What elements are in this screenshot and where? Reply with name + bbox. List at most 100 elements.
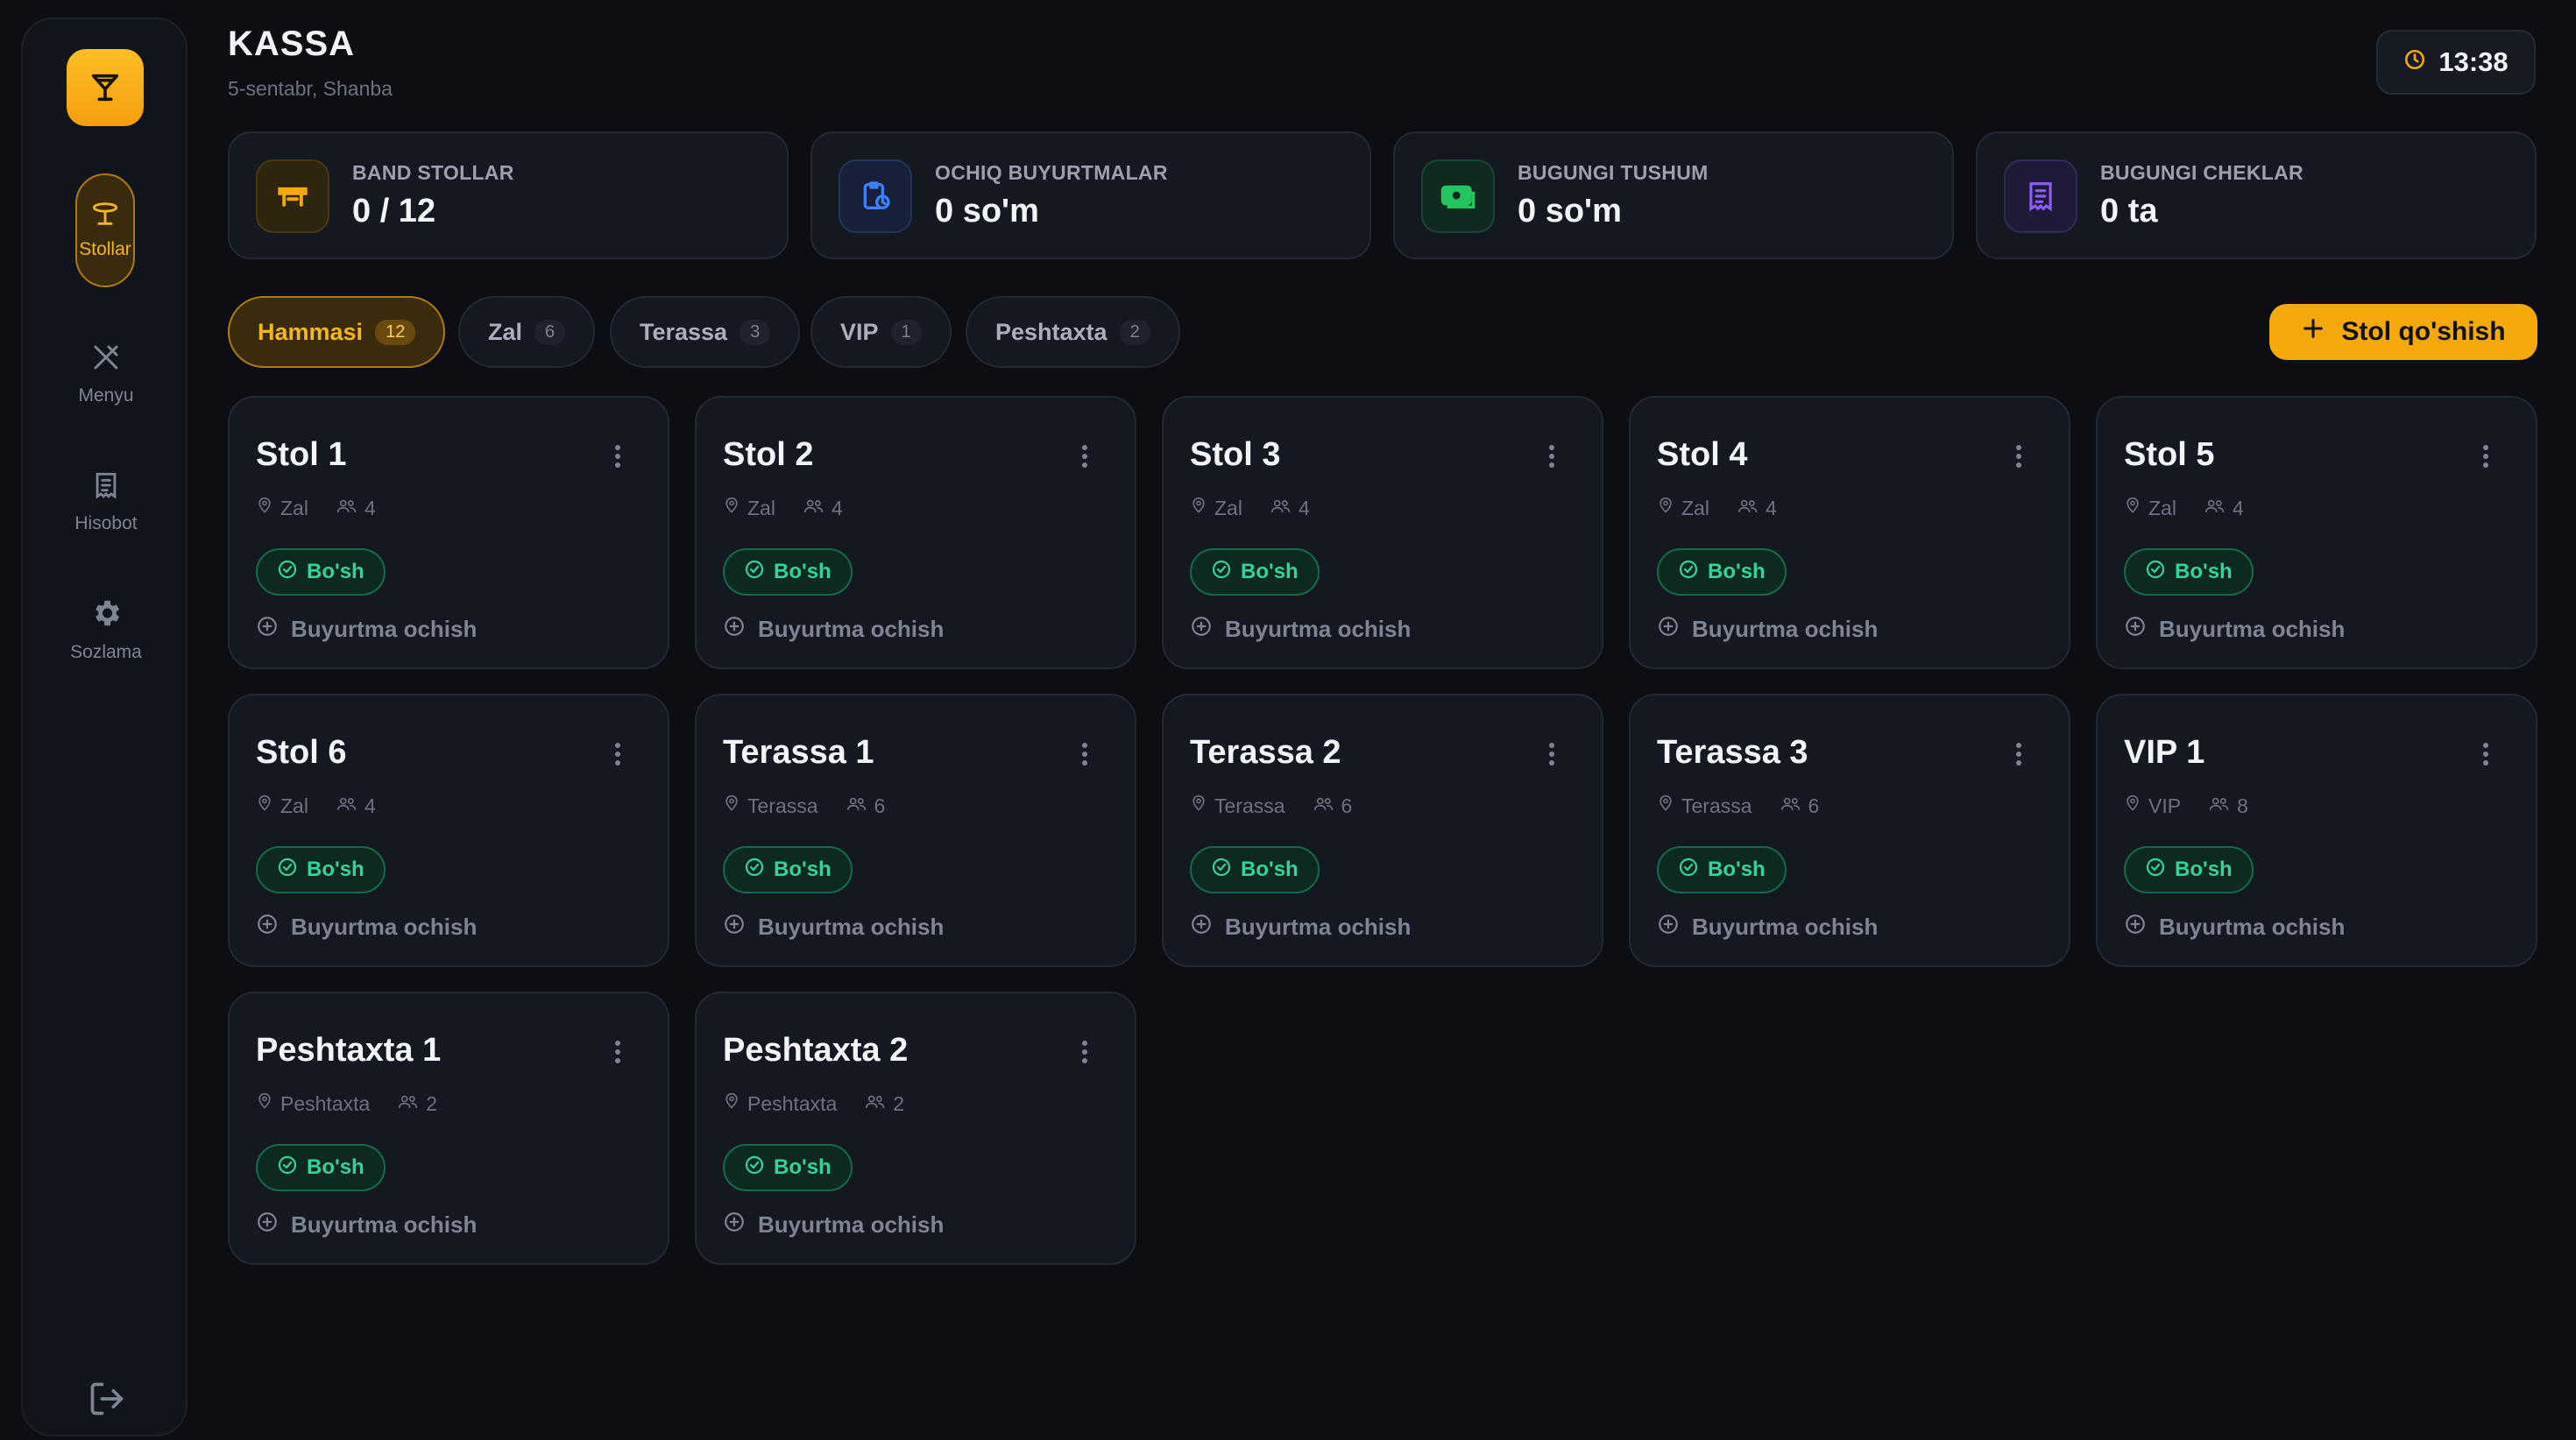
open-order-button[interactable]: Buyurtma ochish <box>1657 615 1878 644</box>
open-order-button[interactable]: Buyurtma ochish <box>723 1211 944 1239</box>
filter-tab-vip[interactable]: VIP 1 <box>810 296 952 368</box>
table-seats: 6 <box>874 794 886 817</box>
more-vertical-icon[interactable] <box>2014 443 2023 469</box>
check-circle-icon <box>2145 559 2166 586</box>
sidebar-item-hisobot[interactable]: Hisobot <box>40 445 172 559</box>
status-label: Bo'sh <box>1708 858 1766 881</box>
table-meta: Zal 4 <box>1190 496 1310 520</box>
status-label: Bo'sh <box>1241 560 1299 583</box>
table-zone: VIP <box>2148 794 2182 817</box>
plus-circle-icon <box>1657 615 1680 644</box>
filter-tab-terassa[interactable]: Terassa 3 <box>610 296 801 368</box>
stat-label: BUGUNGI TUSHUM <box>1518 161 1709 184</box>
more-vertical-icon[interactable] <box>613 443 622 469</box>
open-order-label: Buyurtma ochish <box>291 616 478 642</box>
table-card[interactable]: Stol 3 Zal 4 Bo'sh Buyurtma ochish <box>1162 396 1603 669</box>
table-name: Stol 3 <box>1190 436 1281 473</box>
open-order-button[interactable]: Buyurtma ochish <box>723 615 944 644</box>
table-card[interactable]: Peshtaxta 2 Peshtaxta 2 Bo'sh Buyurtma o… <box>695 992 1136 1265</box>
sidebar-item-sozlama[interactable]: Sozlama <box>40 573 172 687</box>
table-seats: 4 <box>364 794 376 817</box>
status-badge: Bo'sh <box>723 1144 853 1191</box>
open-order-button[interactable]: Buyurtma ochish <box>256 615 477 644</box>
table-card[interactable]: Stol 6 Zal 4 Bo'sh Buyurtma ochish <box>228 694 669 967</box>
open-order-label: Buyurtma ochish <box>758 616 945 642</box>
stat-card-bugungi-tushum: BUGUNGI TUSHUM 0 so'm <box>1393 131 1954 259</box>
filter-label: Terassa <box>640 318 728 345</box>
page-date: 5-sentabr, Shanba <box>228 77 393 100</box>
more-vertical-icon[interactable] <box>613 1039 622 1065</box>
users-icon <box>1737 497 1759 520</box>
table-card[interactable]: Peshtaxta 1 Peshtaxta 2 Bo'sh Buyurtma o… <box>228 992 669 1265</box>
table-card[interactable]: Stol 1 Zal 4 Bo'sh Buyurtma ochish <box>228 396 669 669</box>
check-circle-icon <box>277 1154 298 1182</box>
table-zone: Terassa <box>747 794 818 817</box>
plus-circle-icon <box>256 615 279 644</box>
location-pin-icon <box>1657 794 1674 818</box>
status-badge: Bo'sh <box>723 548 853 596</box>
sidebar-item-stollar[interactable]: Stollar <box>75 173 135 287</box>
open-order-button[interactable]: Buyurtma ochish <box>2124 615 2345 644</box>
open-order-button[interactable]: Buyurtma ochish <box>1190 913 1411 942</box>
table-card[interactable]: Stol 2 Zal 4 Bo'sh Buyurtma ochish <box>695 396 1136 669</box>
table-meta: Terassa 6 <box>1190 794 1352 818</box>
more-vertical-icon[interactable] <box>613 741 622 767</box>
table-name: Stol 6 <box>256 734 347 771</box>
status-badge: Bo'sh <box>256 1144 386 1191</box>
table-meta: Peshtaxta 2 <box>723 1091 904 1116</box>
more-vertical-icon[interactable] <box>2481 741 2490 767</box>
location-pin-icon <box>256 496 273 520</box>
users-icon <box>336 497 357 520</box>
more-vertical-icon[interactable] <box>1547 443 1556 469</box>
plus-icon <box>2301 316 2325 348</box>
check-circle-icon <box>744 857 765 884</box>
filter-count: 6 <box>534 319 566 345</box>
users-icon <box>336 794 357 818</box>
filter-tab-peshtaxta[interactable]: Peshtaxta 2 <box>966 296 1180 368</box>
filter-tab-hammasi[interactable]: Hammasi 12 <box>228 296 446 368</box>
open-order-button[interactable]: Buyurtma ochish <box>256 1211 477 1239</box>
more-vertical-icon[interactable] <box>1080 1039 1089 1065</box>
cocktail-logo-icon[interactable] <box>67 49 144 126</box>
logout-icon[interactable] <box>88 1380 126 1418</box>
table-card[interactable]: Stol 5 Zal 4 Bo'sh Buyurtma ochish <box>2096 396 2537 669</box>
table-meta: Terassa 6 <box>1657 794 1819 818</box>
more-vertical-icon[interactable] <box>2014 741 2023 767</box>
status-badge: Bo'sh <box>1657 548 1787 596</box>
clock-icon <box>2403 46 2426 78</box>
table-meta: Peshtaxta 2 <box>256 1091 437 1116</box>
sidebar-item-label: Sozlama <box>70 642 142 662</box>
open-order-label: Buyurtma ochish <box>291 914 478 940</box>
sidebar-item-menyu[interactable]: Menyu <box>40 317 172 431</box>
table-card[interactable]: Terassa 2 Terassa 6 Bo'sh Buyurtma ochis… <box>1162 694 1603 967</box>
location-pin-icon <box>723 794 740 818</box>
more-vertical-icon[interactable] <box>1547 741 1556 767</box>
open-order-button[interactable]: Buyurtma ochish <box>1657 913 1878 942</box>
filter-label: Peshtaxta <box>995 318 1108 345</box>
status-badge: Bo'sh <box>256 548 386 596</box>
plus-circle-icon <box>256 1211 279 1239</box>
stat-card-band-stollar: BAND STOLLAR 0 / 12 <box>228 131 789 259</box>
open-order-button[interactable]: Buyurtma ochish <box>1190 615 1411 644</box>
filter-tab-zal[interactable]: Zal 6 <box>458 296 596 368</box>
add-table-button[interactable]: Stol qo'shish <box>2269 304 2537 360</box>
table-name: Terassa 2 <box>1190 734 1341 771</box>
check-circle-icon <box>277 857 298 884</box>
table-card[interactable]: Terassa 1 Terassa 6 Bo'sh Buyurtma ochis… <box>695 694 1136 967</box>
table-card[interactable]: Terassa 3 Terassa 6 Bo'sh Buyurtma ochis… <box>1629 694 2070 967</box>
clipboard-clock-icon <box>839 159 912 233</box>
clock-widget: 13:38 <box>2376 30 2536 95</box>
more-vertical-icon[interactable] <box>1080 443 1089 469</box>
more-vertical-icon[interactable] <box>1080 741 1089 767</box>
table-meta: Zal 4 <box>256 794 376 818</box>
location-pin-icon <box>256 1091 273 1116</box>
more-vertical-icon[interactable] <box>2481 443 2490 469</box>
table-meta: Zal 4 <box>723 496 843 520</box>
table-card[interactable]: Stol 4 Zal 4 Bo'sh Buyurtma ochish <box>1629 396 2070 669</box>
table-card[interactable]: VIP 1 VIP 8 Bo'sh Buyurtma ochish <box>2096 694 2537 967</box>
open-order-button[interactable]: Buyurtma ochish <box>2124 913 2345 942</box>
plus-circle-icon <box>2124 615 2147 644</box>
open-order-button[interactable]: Buyurtma ochish <box>723 913 944 942</box>
open-order-label: Buyurtma ochish <box>1225 616 1412 642</box>
open-order-button[interactable]: Buyurtma ochish <box>256 913 477 942</box>
